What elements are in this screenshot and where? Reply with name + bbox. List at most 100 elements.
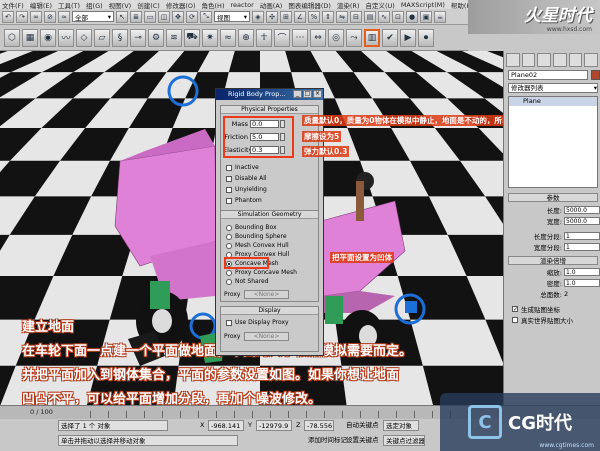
menu-character[interactable]: 角色(H) xyxy=(202,0,225,10)
menu-view[interactable]: 视图(V) xyxy=(109,0,132,10)
stack-item-plane[interactable]: Plane xyxy=(509,97,597,106)
preview-animation-icon[interactable]: ▶ xyxy=(400,28,416,47)
set-key-label[interactable]: 设置关键点 xyxy=(346,435,379,446)
align-icon[interactable]: ⊟ xyxy=(350,10,362,23)
menu-graph-editors[interactable]: 图表编辑器(D) xyxy=(288,0,331,10)
reference-coord-dropdown[interactable]: 视图 ▾ xyxy=(214,11,250,22)
modify-tab[interactable] xyxy=(521,53,536,67)
render-multipliers-header[interactable]: 渲染倍增 xyxy=(508,256,598,265)
move-icon[interactable]: ✥ xyxy=(172,10,184,23)
spinner-snap-icon[interactable]: ⇕ xyxy=(322,10,334,23)
car-wheel-icon[interactable]: ◎ xyxy=(328,28,344,47)
utilities-tab[interactable] xyxy=(584,53,599,67)
rotate-icon[interactable]: ⟳ xyxy=(186,10,198,23)
rect-select-icon[interactable]: ▭ xyxy=(144,10,156,23)
dashpot-icon[interactable]: ⊸ xyxy=(130,28,146,47)
point-to-path-icon[interactable]: ⤳ xyxy=(346,28,362,47)
disable-all-checkbox[interactable]: Disable All xyxy=(226,175,267,182)
selected-object-dropdown[interactable]: 选定对象 xyxy=(383,420,419,431)
water-icon[interactable]: ≈ xyxy=(220,28,236,47)
inactive-checkbox[interactable]: Inactive xyxy=(226,164,259,171)
density-field[interactable]: 1.0 xyxy=(564,278,600,287)
y-coord-field[interactable]: -12979.9 xyxy=(256,420,292,431)
toy-car-icon[interactable]: ⛟ xyxy=(184,28,200,47)
cloth-collection-icon[interactable]: ▦ xyxy=(22,28,38,47)
proxy-concave-mesh-radio[interactable]: Proxy Concave Mesh xyxy=(226,269,297,276)
rigid-body-properties-icon[interactable]: ▥ xyxy=(364,28,380,47)
ragdoll-icon[interactable]: ☥ xyxy=(256,28,272,47)
selection-filter-dropdown[interactable]: 全部 ▾ xyxy=(72,11,114,22)
object-name-field[interactable]: Plane02 xyxy=(508,70,588,80)
pivot-icon[interactable]: ◈ xyxy=(252,10,264,23)
width-segs-field[interactable]: 1 xyxy=(564,242,600,251)
hinge-icon[interactable]: ⌒ xyxy=(274,28,290,47)
curve-editor-icon[interactable]: ∿ xyxy=(378,10,390,23)
render-icon[interactable]: ☕ xyxy=(434,10,446,23)
not-shared-radio[interactable]: Not Shared xyxy=(226,278,269,285)
bounding-box-radio[interactable]: Bounding Box xyxy=(226,224,277,231)
maximize-icon[interactable]: □ xyxy=(303,90,312,98)
simulation-geometry-header[interactable]: Simulation Geometry xyxy=(221,211,318,219)
link-icon[interactable]: ∞ xyxy=(30,10,42,23)
mesh-convex-hull-radio[interactable]: Mesh Convex Hull xyxy=(226,242,289,249)
menu-reactor[interactable]: reactor xyxy=(230,1,253,9)
proxy-pick-button[interactable]: <None> xyxy=(244,290,289,299)
constraint-solver-icon[interactable]: ⊕ xyxy=(238,28,254,47)
generate-mapping-checkbox[interactable]: ✓ 生成贴图坐标 xyxy=(512,304,560,314)
menu-edit[interactable]: 编辑(E) xyxy=(30,0,52,10)
length-field[interactable]: 5000.0 xyxy=(564,205,600,214)
menu-customize[interactable]: 自定义(U) xyxy=(365,0,394,10)
modifier-stack[interactable]: Plane xyxy=(508,96,598,188)
schematic-icon[interactable]: ⊡ xyxy=(392,10,404,23)
fracture-icon[interactable]: ✷ xyxy=(202,28,218,47)
deforming-mesh-icon[interactable]: ◇ xyxy=(76,28,92,47)
modifier-list-dropdown[interactable]: 修改器列表 ▾ xyxy=(508,83,598,93)
real-world-map-checkbox[interactable]: 真实世界贴图大小 xyxy=(512,315,573,325)
mirror-icon[interactable]: ⇋ xyxy=(336,10,348,23)
add-time-tag[interactable]: 添加时间标记 xyxy=(308,435,347,446)
bind-icon[interactable]: ≈ xyxy=(58,10,70,23)
unyielding-checkbox[interactable]: Unyielding xyxy=(226,186,267,193)
select-by-name-icon[interactable]: ≣ xyxy=(130,10,142,23)
dialog-titlebar[interactable]: Rigid Body Prop... _ □ × xyxy=(216,89,323,100)
layer-icon[interactable]: ▤ xyxy=(364,10,376,23)
display-header[interactable]: Display xyxy=(221,307,318,315)
angle-snap-icon[interactable]: ∠ xyxy=(294,10,306,23)
create-tab[interactable] xyxy=(506,53,520,67)
crossing-icon[interactable]: ◫ xyxy=(158,10,170,23)
key-filter-button[interactable]: 关键点过滤器 xyxy=(383,435,425,446)
minimize-icon[interactable]: _ xyxy=(293,90,302,98)
x-coord-field[interactable]: -968.141 xyxy=(208,420,244,431)
spring-icon[interactable]: § xyxy=(112,28,128,47)
length-segs-field[interactable]: 1 xyxy=(564,231,600,240)
z-coord-field[interactable]: -78.556 xyxy=(304,420,334,431)
display-proxy-pick-button[interactable]: <None> xyxy=(244,332,289,341)
scale-icon[interactable]: ⤡ xyxy=(200,10,212,23)
menu-rendering[interactable]: 渲染(R) xyxy=(337,0,360,10)
hierarchy-tab[interactable] xyxy=(537,53,552,67)
display-tab[interactable] xyxy=(568,53,583,67)
width-field[interactable]: 5000.0 xyxy=(564,216,600,225)
menu-file[interactable]: 文件(F) xyxy=(2,0,24,10)
menu-tools[interactable]: 工具(T) xyxy=(58,0,80,10)
select-icon[interactable]: ↖ xyxy=(116,10,128,23)
manipulate-icon[interactable]: ✣ xyxy=(266,10,278,23)
menu-create[interactable]: 创建(C) xyxy=(137,0,160,10)
menu-maxscript[interactable]: MAXScript(M) xyxy=(401,1,445,9)
menu-group[interactable]: 组(G) xyxy=(86,0,103,10)
scale-field[interactable]: 1.0 xyxy=(564,267,600,276)
close-icon[interactable]: × xyxy=(313,90,322,98)
menu-animation[interactable]: 动画(A) xyxy=(260,0,283,10)
soft-body-collection-icon[interactable]: ◉ xyxy=(40,28,56,47)
wind-icon[interactable]: ≋ xyxy=(166,28,182,47)
motor-icon[interactable]: ⚙ xyxy=(148,28,164,47)
create-animation-icon[interactable]: ⏺ xyxy=(418,28,434,47)
undo-icon[interactable]: ↶ xyxy=(2,10,14,23)
rigid-body-collection-icon[interactable]: ⬡ xyxy=(4,28,20,47)
plane-icon[interactable]: ▱ xyxy=(94,28,110,47)
redo-icon[interactable]: ↷ xyxy=(16,10,28,23)
motion-tab[interactable] xyxy=(553,53,567,67)
bounding-sphere-radio[interactable]: Bounding Sphere xyxy=(226,233,287,240)
render-setup-icon[interactable]: ▣ xyxy=(420,10,432,23)
unlink-icon[interactable]: ⊘ xyxy=(44,10,56,23)
